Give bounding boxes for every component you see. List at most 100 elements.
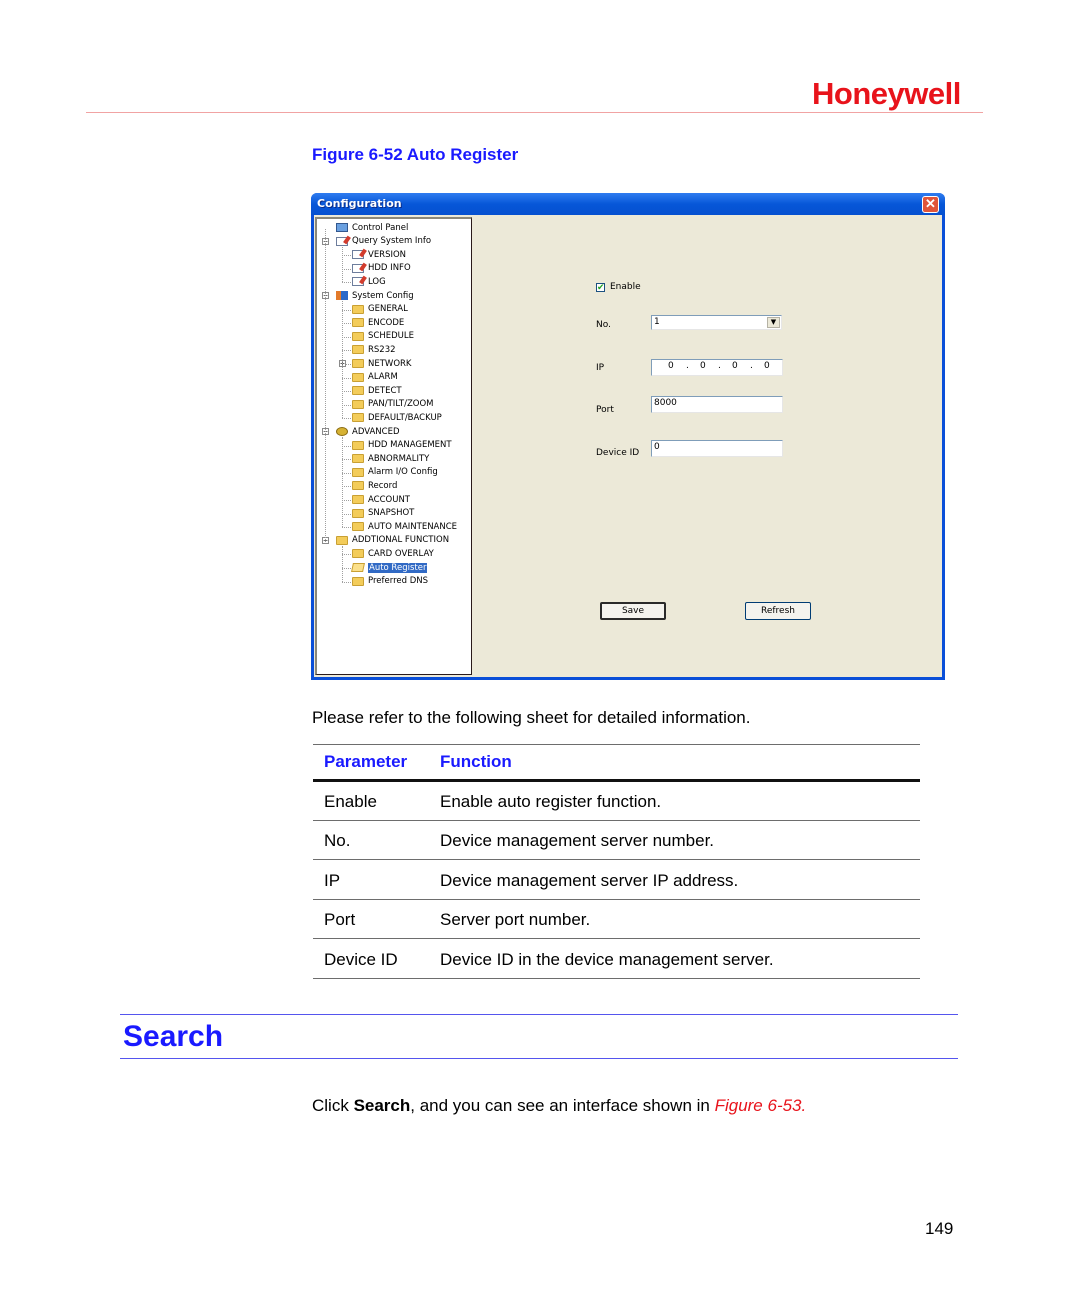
tree-connector — [342, 445, 351, 447]
tree-item[interactable]: ADVANCED — [336, 425, 400, 438]
figure-reference-link[interactable]: Figure 6-53. — [715, 1096, 807, 1115]
search-bold: Search — [353, 1096, 411, 1115]
tree-item-label: ENCODE — [368, 317, 405, 328]
tree-item-label: AUTO MAINTENANCE — [368, 521, 458, 532]
ip-octet-2[interactable]: 0 — [700, 360, 706, 373]
notepad-icon — [352, 263, 364, 273]
tree-item[interactable]: Alarm I/O Config — [352, 466, 438, 479]
ip-octet-1[interactable]: 0 — [668, 360, 674, 373]
table-cell-function: Device management server IP address. — [440, 870, 739, 890]
folder-icon — [352, 304, 364, 314]
tree-connector — [342, 350, 351, 352]
tree-item[interactable]: AUTO MAINTENANCE — [352, 520, 457, 533]
ip-octet-4[interactable]: 0 — [764, 360, 770, 373]
tree-connector — [342, 527, 351, 529]
gears-icon — [336, 427, 348, 436]
tree-item-label: LOG — [368, 276, 386, 287]
tree-connector — [342, 500, 351, 501]
tree-item-label: NETWORK — [368, 358, 412, 369]
section-bottom-rule — [120, 1058, 958, 1059]
notepad-icon — [352, 250, 364, 260]
configuration-window: Configuration ✕ Control Panel Query Syste… — [311, 193, 945, 680]
folder-icon — [352, 522, 364, 532]
search-text-middle: , and you can see an interface shown in — [410, 1096, 715, 1115]
ip-dot: . — [718, 361, 721, 371]
tree-item[interactable]: ALARM — [352, 371, 398, 384]
tree-item-label: ADVANCED — [352, 426, 400, 437]
table-row-rule — [313, 938, 920, 940]
tree-item-label: ADDTIONAL FUNCTION — [352, 535, 450, 546]
tree-connector — [342, 268, 351, 270]
tree-connector — [342, 486, 351, 488]
tree-item[interactable]: Record — [352, 479, 397, 492]
tree-item[interactable]: CARD OVERLAY — [352, 547, 434, 560]
tree-item[interactable]: NETWORK — [352, 357, 412, 370]
tree-item-label: PAN/TILT/ZOOM — [368, 399, 434, 410]
search-paragraph: Click Search, and you can see an interfa… — [312, 1096, 806, 1116]
tree-item-label: GENERAL — [368, 304, 408, 315]
tree-item-label: SNAPSHOT — [368, 508, 415, 519]
tree-connector — [342, 513, 351, 515]
tree-item[interactable]: Query System Info — [336, 235, 431, 248]
tree-item[interactable]: DEFAULT/BACKUP — [352, 411, 442, 424]
tree-connector — [342, 472, 351, 474]
folder-open-icon — [351, 563, 365, 572]
folder-icon — [352, 454, 364, 464]
tree-item[interactable]: Auto Register — [351, 561, 428, 574]
tree-connector — [342, 309, 351, 311]
ip-address-input[interactable]: 0 . 0 . 0 . 0 — [651, 359, 783, 376]
no-label: No. — [596, 320, 611, 330]
tree-item-label: Alarm I/O Config — [368, 467, 438, 478]
tree-item[interactable]: LOG — [352, 275, 386, 288]
tree-item[interactable]: System Config — [336, 289, 414, 302]
no-value: 1 — [654, 317, 660, 327]
tree-item[interactable]: ABNORMALITY — [352, 452, 429, 465]
save-button[interactable]: Save — [600, 602, 666, 620]
folder-icon — [352, 576, 364, 586]
ip-dot: . — [750, 361, 753, 371]
figure-caption: Figure 6-52 Auto Register — [312, 145, 519, 164]
tree-item[interactable]: Preferred DNS — [352, 575, 428, 588]
tree-item[interactable]: ACCOUNT — [352, 493, 410, 506]
enable-checkbox[interactable]: ✔ — [596, 283, 605, 292]
tree-item[interactable]: HDD INFO — [352, 262, 411, 275]
refresh-button[interactable]: Refresh — [745, 602, 811, 620]
table-cell-function: Device management server number. — [440, 831, 715, 851]
tree-item[interactable]: PAN/TILT/ZOOM — [352, 398, 433, 411]
tree-item[interactable]: ADDTIONAL FUNCTION — [336, 534, 449, 547]
device-id-input[interactable]: 0 — [651, 440, 783, 457]
window-title: Configuration — [317, 197, 402, 210]
config-tree[interactable]: Control Panel Query System Info − VERSION HD… — [315, 217, 472, 675]
folder-icon — [336, 535, 348, 545]
tree-item-label: Record — [368, 480, 398, 491]
tree-item-label: VERSION — [368, 249, 407, 260]
tree-item[interactable]: HDD MANAGEMENT — [352, 439, 452, 452]
ip-octet-3[interactable]: 0 — [732, 360, 738, 373]
tree-item-label: DEFAULT/BACKUP — [368, 412, 442, 423]
tree-item[interactable]: Control Panel — [336, 221, 408, 234]
folder-icon — [352, 372, 364, 382]
folder-icon — [352, 331, 364, 341]
tree-item[interactable]: ENCODE — [352, 316, 404, 329]
tree-item[interactable]: GENERAL — [352, 303, 408, 316]
tree-item[interactable]: SCHEDULE — [352, 330, 414, 343]
no-dropdown[interactable]: 1 ▼ — [651, 315, 782, 330]
tree-item-label: HDD MANAGEMENT — [368, 440, 452, 451]
close-icon[interactable]: ✕ — [922, 196, 939, 213]
tree-item-label: Preferred DNS — [368, 576, 429, 587]
tree-item-label: System Config — [352, 290, 414, 301]
enable-label: Enable — [610, 282, 641, 292]
tree-item[interactable]: SNAPSHOT — [352, 507, 414, 520]
tree-item[interactable]: VERSION — [352, 248, 406, 261]
folder-icon — [352, 386, 364, 396]
tree-item[interactable]: DETECT — [352, 384, 402, 397]
table-cell-function: Device ID in the device management serve… — [440, 949, 774, 969]
tree-item-label: DETECT — [368, 385, 402, 396]
tree-connector — [342, 255, 351, 257]
tree-item[interactable]: RS232 — [352, 343, 396, 356]
header-divider — [86, 112, 983, 113]
table-cell-parameter: Port — [324, 910, 356, 930]
table-cell-function: Enable auto register function. — [440, 792, 662, 811]
port-input[interactable]: 8000 — [651, 396, 783, 413]
chevron-down-icon[interactable]: ▼ — [767, 317, 780, 328]
